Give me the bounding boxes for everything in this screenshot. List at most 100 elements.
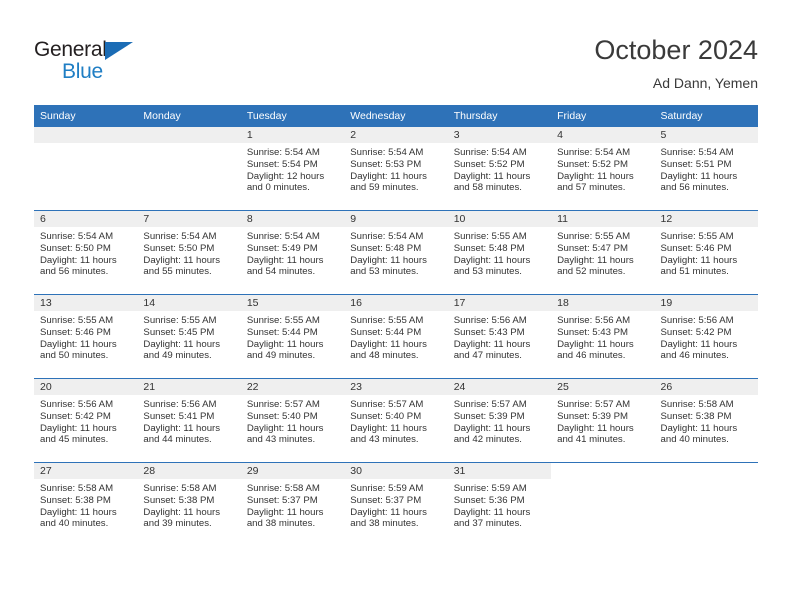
day-details: Sunrise: 5:58 AM Sunset: 5:37 PM Daylight:… (241, 479, 344, 530)
daylight-text: Daylight: 11 hours and 52 minutes. (557, 254, 634, 278)
calendar-day-cell[interactable]: 17 Sunrise: 5:56 AM Sunset: 5:43 PM Dayligh… (447, 294, 552, 379)
sunset-text: Sunset: 5:44 PM (350, 326, 422, 338)
sunset-text: Sunset: 5:43 PM (557, 326, 629, 338)
daylight-text: Daylight: 11 hours and 56 minutes. (40, 254, 117, 278)
day-number: 9 (344, 211, 448, 227)
calendar-day-cell[interactable]: 1 Sunrise: 5:54 AM Sunset: 5:54 PM Daylight… (240, 127, 345, 211)
cell-inner (654, 463, 758, 546)
day-number: 11 (551, 211, 655, 227)
sunset-text: Sunset: 5:50 PM (40, 242, 111, 254)
calendar-day-cell[interactable]: 30 Sunrise: 5:59 AM Sunset: 5:37 PM Dayligh… (344, 462, 448, 546)
sunrise-text: Sunrise: 5:56 AM (40, 399, 114, 410)
daylight-text: Daylight: 11 hours and 42 minutes. (453, 422, 531, 446)
calendar-day-cell[interactable]: 24 Sunrise: 5:57 AM Sunset: 5:39 PM Dayligh… (447, 378, 552, 463)
calendar-day-cell[interactable]: 12 Sunrise: 5:55 AM Sunset: 5:46 PM Dayligh… (654, 210, 758, 295)
sunset-text: Sunset: 5:52 PM (453, 158, 525, 170)
sunset-text: Sunset: 5:37 PM (246, 494, 318, 506)
sunset-text: Sunset: 5:40 PM (246, 410, 318, 422)
day-number: 7 (137, 211, 241, 227)
cell-inner: 12 Sunrise: 5:55 AM Sunset: 5:46 PM Dayligh… (654, 211, 758, 294)
calendar-day-cell[interactable]: 18 Sunrise: 5:56 AM Sunset: 5:43 PM Dayligh… (551, 294, 655, 379)
sunrise-text: Sunrise: 5:54 AM (40, 231, 114, 242)
calendar-day-cell[interactable]: 25 Sunrise: 5:57 AM Sunset: 5:39 PM Dayligh… (551, 378, 655, 463)
day-details: Sunrise: 5:56 AM Sunset: 5:42 PM Daylight:… (655, 311, 758, 362)
cell-inner: 19 Sunrise: 5:56 AM Sunset: 5:42 PM Dayligh… (654, 295, 758, 378)
day-details: Sunrise: 5:57 AM Sunset: 5:39 PM Daylight:… (551, 395, 654, 446)
cell-inner: 18 Sunrise: 5:56 AM Sunset: 5:43 PM Dayligh… (551, 295, 655, 378)
calendar-body: 1 Sunrise: 5:54 AM Sunset: 5:54 PM Daylight… (34, 127, 758, 546)
sunset-text: Sunset: 5:47 PM (557, 242, 629, 254)
daylight-text: Daylight: 11 hours and 38 minutes. (350, 506, 427, 530)
sunset-text: Sunset: 5:36 PM (453, 494, 525, 506)
sunrise-text: Sunrise: 5:57 AM (453, 399, 527, 410)
day-details: Sunrise: 5:55 AM Sunset: 5:46 PM Daylight:… (34, 311, 137, 362)
cell-inner: 14 Sunrise: 5:55 AM Sunset: 5:45 PM Dayligh… (137, 295, 241, 378)
calendar-day-cell[interactable]: 19 Sunrise: 5:56 AM Sunset: 5:42 PM Dayligh… (654, 294, 758, 379)
calendar-day-cell[interactable]: 28 Sunrise: 5:58 AM Sunset: 5:38 PM Dayligh… (137, 462, 241, 546)
day-details: Sunrise: 5:57 AM Sunset: 5:39 PM Daylight:… (448, 395, 551, 446)
calendar-day-cell[interactable]: 21 Sunrise: 5:56 AM Sunset: 5:41 PM Dayligh… (137, 378, 241, 463)
day-number: 2 (344, 127, 448, 143)
day-number: 6 (34, 211, 138, 227)
page-header: General Blue October 2024 Ad Dann, Yemen (0, 0, 792, 100)
calendar-day-cell[interactable]: 5 Sunrise: 5:54 AM Sunset: 5:51 PM Daylight… (654, 127, 758, 211)
calendar-day-cell[interactable]: 31 Sunrise: 5:59 AM Sunset: 5:36 PM Dayligh… (447, 462, 552, 546)
day-number: 30 (344, 463, 448, 479)
calendar-empty-cell (654, 462, 758, 546)
title-block: October 2024 Ad Dann, Yemen (594, 34, 758, 93)
sunset-text: Sunset: 5:48 PM (350, 242, 422, 254)
day-number: 18 (551, 295, 655, 311)
weekday-header-thursday: Thursday (447, 105, 552, 127)
calendar-day-cell[interactable]: 10 Sunrise: 5:55 AM Sunset: 5:48 PM Dayligh… (447, 210, 552, 295)
cell-inner (551, 463, 655, 546)
day-number: 20 (34, 379, 138, 395)
calendar-day-cell[interactable]: 7 Sunrise: 5:54 AM Sunset: 5:50 PM Daylight… (137, 210, 241, 295)
calendar-day-cell[interactable]: 9 Sunrise: 5:54 AM Sunset: 5:48 PM Daylight… (344, 210, 448, 295)
day-number: 12 (654, 211, 758, 227)
day-details: Sunrise: 5:55 AM Sunset: 5:44 PM Daylight:… (241, 311, 344, 362)
day-details: Sunrise: 5:55 AM Sunset: 5:46 PM Daylight:… (655, 227, 758, 278)
calendar-week-row: 6 Sunrise: 5:54 AM Sunset: 5:50 PM Daylight… (34, 210, 758, 295)
cell-inner: 4 Sunrise: 5:54 AM Sunset: 5:52 PM Daylight… (551, 127, 655, 210)
calendar-day-cell[interactable]: 3 Sunrise: 5:54 AM Sunset: 5:52 PM Daylight… (447, 127, 552, 211)
calendar-day-cell[interactable]: 27 Sunrise: 5:58 AM Sunset: 5:38 PM Dayligh… (34, 462, 138, 546)
calendar-day-cell[interactable]: 15 Sunrise: 5:55 AM Sunset: 5:44 PM Dayligh… (240, 294, 345, 379)
day-number: 22 (240, 379, 345, 395)
day-details: Sunrise: 5:55 AM Sunset: 5:48 PM Daylight:… (448, 227, 551, 278)
day-number: 15 (240, 295, 345, 311)
sunrise-text: Sunrise: 5:54 AM (246, 231, 320, 242)
calendar-day-cell[interactable]: 6 Sunrise: 5:54 AM Sunset: 5:50 PM Daylight… (34, 210, 138, 295)
calendar-day-cell[interactable]: 8 Sunrise: 5:54 AM Sunset: 5:49 PM Daylight… (240, 210, 345, 295)
calendar-day-cell[interactable]: 2 Sunrise: 5:54 AM Sunset: 5:53 PM Daylight… (344, 127, 448, 211)
day-number: 5 (654, 127, 758, 143)
sunrise-text: Sunrise: 5:55 AM (350, 315, 424, 326)
day-details: Sunrise: 5:56 AM Sunset: 5:43 PM Daylight:… (448, 311, 551, 362)
sunrise-text: Sunrise: 5:55 AM (557, 231, 631, 242)
calendar-day-cell[interactable]: 14 Sunrise: 5:55 AM Sunset: 5:45 PM Dayligh… (137, 294, 241, 379)
day-details: Sunrise: 5:59 AM Sunset: 5:36 PM Daylight:… (448, 479, 551, 530)
day-number: 14 (137, 295, 241, 311)
sunset-text: Sunset: 5:50 PM (143, 242, 215, 254)
sunrise-text: Sunrise: 5:56 AM (660, 315, 734, 326)
calendar-day-cell[interactable]: 16 Sunrise: 5:55 AM Sunset: 5:44 PM Dayligh… (344, 294, 448, 379)
cell-inner: 16 Sunrise: 5:55 AM Sunset: 5:44 PM Dayligh… (344, 295, 448, 378)
cell-inner: 20 Sunrise: 5:56 AM Sunset: 5:42 PM Dayligh… (34, 379, 138, 462)
calendar-day-cell[interactable]: 23 Sunrise: 5:57 AM Sunset: 5:40 PM Dayligh… (344, 378, 448, 463)
calendar-day-cell[interactable]: 26 Sunrise: 5:58 AM Sunset: 5:38 PM Dayligh… (654, 378, 758, 463)
day-details: Sunrise: 5:56 AM Sunset: 5:41 PM Daylight:… (137, 395, 240, 446)
calendar-day-cell[interactable]: 11 Sunrise: 5:55 AM Sunset: 5:47 PM Dayligh… (551, 210, 655, 295)
cell-inner: 25 Sunrise: 5:57 AM Sunset: 5:39 PM Dayligh… (551, 379, 655, 462)
sunrise-text: Sunrise: 5:57 AM (350, 399, 424, 410)
day-number: 17 (447, 295, 552, 311)
logo-text-general: General (34, 38, 107, 61)
sunrise-text: Sunrise: 5:57 AM (246, 399, 320, 410)
calendar-day-cell[interactable]: 22 Sunrise: 5:57 AM Sunset: 5:40 PM Dayligh… (240, 378, 345, 463)
daylight-text: Daylight: 11 hours and 48 minutes. (350, 338, 427, 362)
calendar-day-cell[interactable]: 4 Sunrise: 5:54 AM Sunset: 5:52 PM Daylight… (551, 127, 655, 211)
calendar-day-cell[interactable]: 20 Sunrise: 5:56 AM Sunset: 5:42 PM Dayligh… (34, 378, 138, 463)
general-blue-logo[interactable]: General Blue (34, 38, 234, 84)
sunrise-text: Sunrise: 5:54 AM (557, 147, 631, 158)
calendar-day-cell[interactable]: 29 Sunrise: 5:58 AM Sunset: 5:37 PM Dayligh… (240, 462, 345, 546)
cell-inner: 31 Sunrise: 5:59 AM Sunset: 5:36 PM Dayligh… (447, 463, 552, 546)
calendar-day-cell[interactable]: 13 Sunrise: 5:55 AM Sunset: 5:46 PM Dayligh… (34, 294, 138, 379)
